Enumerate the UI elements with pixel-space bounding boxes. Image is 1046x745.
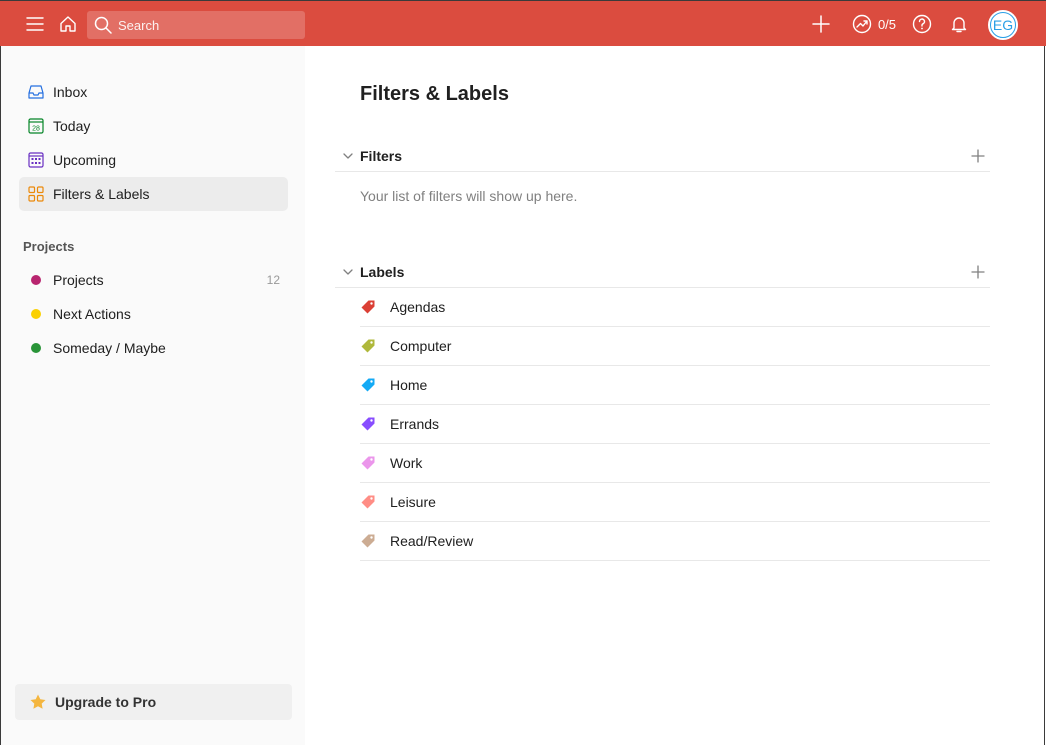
notifications-bell-icon[interactable] xyxy=(948,1,970,47)
menu-icon[interactable] xyxy=(24,1,46,47)
label-tag-icon xyxy=(360,377,390,393)
sidebar-item-inbox[interactable]: Inbox xyxy=(19,75,288,109)
project-task-count: 12 xyxy=(266,273,280,287)
search-box[interactable] xyxy=(87,11,305,39)
quick-add-icon[interactable] xyxy=(810,1,832,47)
main-content: Filters & Labels Filters Your list of fi… xyxy=(305,46,1045,745)
sidebar-item-label: Upcoming xyxy=(53,152,117,168)
karma-button[interactable]: 0/5 xyxy=(849,1,899,47)
search-input[interactable] xyxy=(118,17,298,33)
top-bar: 0/5 EG xyxy=(0,0,1046,46)
project-color-dot xyxy=(31,343,41,353)
sidebar-item-label: Inbox xyxy=(53,84,88,100)
label-tag-icon xyxy=(360,299,390,315)
calendar-upcoming-icon xyxy=(19,151,53,169)
label-name: Errands xyxy=(390,416,440,432)
project-color-dot xyxy=(31,275,41,285)
sidebar-item-upcoming[interactable]: Upcoming xyxy=(19,143,288,177)
label-name: Agendas xyxy=(390,299,446,315)
avatar[interactable]: EG xyxy=(988,10,1018,40)
label-name: Leisure xyxy=(390,494,436,510)
home-icon[interactable] xyxy=(57,1,79,47)
project-name: Someday / Maybe xyxy=(53,340,166,356)
chevron-down-icon[interactable] xyxy=(335,267,360,277)
karma-count: 0/5 xyxy=(877,16,897,32)
project-item-projects[interactable]: Projects 12 xyxy=(19,263,288,297)
sidebar-item-label: Today xyxy=(53,118,91,134)
upgrade-button[interactable]: Upgrade to Pro xyxy=(15,684,292,720)
label-tag-icon xyxy=(360,338,390,354)
project-color-dot xyxy=(31,309,41,319)
star-icon xyxy=(29,693,47,711)
labels-heading: Labels xyxy=(360,263,405,280)
sidebar-item-label: Filters & Labels xyxy=(53,186,150,202)
label-item-read-review[interactable]: Read/Review xyxy=(360,522,990,561)
label-item-work[interactable]: Work xyxy=(360,444,990,483)
upgrade-label: Upgrade to Pro xyxy=(55,694,157,710)
project-name: Next Actions xyxy=(53,306,131,322)
project-item-next-actions[interactable]: Next Actions xyxy=(19,297,288,331)
avatar-initials: EG xyxy=(990,12,1016,38)
project-item-someday-maybe[interactable]: Someday / Maybe xyxy=(19,331,288,365)
add-label-button[interactable] xyxy=(968,262,988,282)
filters-heading: Filters xyxy=(360,147,403,164)
label-name: Home xyxy=(390,377,428,393)
sidebar-item-today[interactable]: 28 Today xyxy=(19,109,288,143)
label-item-leisure[interactable]: Leisure xyxy=(360,483,990,522)
label-name: Read/Review xyxy=(390,533,474,549)
labels-section-header: Labels xyxy=(335,256,990,288)
label-name: Computer xyxy=(390,338,452,354)
filters-labels-icon xyxy=(19,185,53,203)
label-item-computer[interactable]: Computer xyxy=(360,327,990,366)
add-filter-button[interactable] xyxy=(968,146,988,166)
inbox-icon xyxy=(19,83,53,101)
label-item-home[interactable]: Home xyxy=(360,366,990,405)
svg-text:28: 28 xyxy=(32,126,40,133)
filters-section-header: Filters xyxy=(335,140,990,172)
label-name: Work xyxy=(390,455,423,471)
search-icon xyxy=(94,16,112,34)
page-title: Filters & Labels xyxy=(360,83,509,105)
label-item-agendas[interactable]: Agendas xyxy=(360,288,990,327)
project-name: Projects xyxy=(53,272,104,288)
help-icon[interactable] xyxy=(911,1,933,47)
label-tag-icon xyxy=(360,416,390,432)
productivity-icon xyxy=(852,14,872,34)
label-tag-icon xyxy=(360,494,390,510)
chevron-down-icon[interactable] xyxy=(335,151,360,161)
calendar-today-icon: 28 xyxy=(19,117,53,135)
label-tag-icon xyxy=(360,455,390,471)
label-item-errands[interactable]: Errands xyxy=(360,405,990,444)
projects-heading[interactable]: Projects xyxy=(23,239,74,254)
label-tag-icon xyxy=(360,533,390,549)
sidebar: Inbox 28 Today Upcoming Filters & Labels… xyxy=(0,46,305,745)
sidebar-item-filters-labels[interactable]: Filters & Labels xyxy=(19,177,288,211)
filters-empty-text: Your list of filters will show up here. xyxy=(360,188,578,204)
